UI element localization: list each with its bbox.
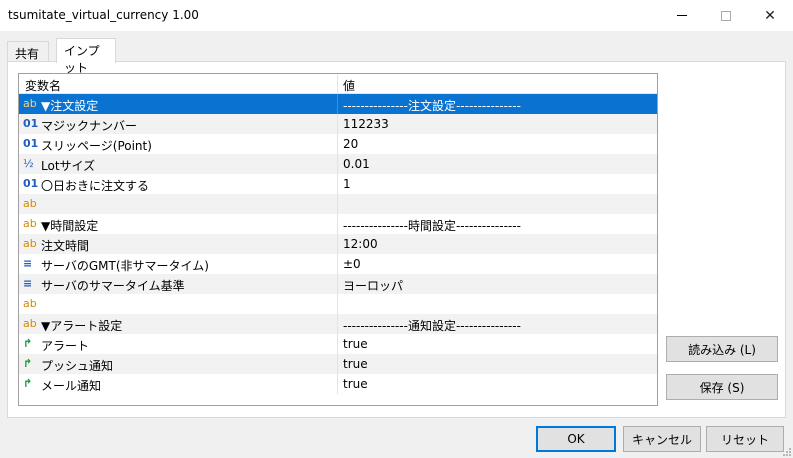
variable-name: プッシュ通知 [41, 359, 114, 373]
variable-value[interactable]: true [343, 357, 368, 371]
variable-value[interactable]: ---------------注文設定--------------- [343, 97, 521, 114]
cell-divider [337, 294, 338, 314]
variable-value[interactable]: 0.01 [343, 157, 370, 171]
variable-name: サーバのGMT(非サマータイム) [41, 259, 209, 273]
tab-panel: 変数名 値 ab ▼注文設定 ---------------注文設定--------… [7, 61, 786, 418]
variable-name: スリッページ(Point) [41, 139, 152, 153]
string-type-icon: ab [23, 97, 37, 110]
cell-divider [337, 114, 338, 134]
cell-divider [337, 254, 338, 274]
variable-value[interactable]: 20 [343, 137, 358, 151]
cell-divider [337, 94, 338, 114]
resize-grip-icon[interactable] [781, 446, 791, 456]
reset-button[interactable]: リセット [706, 426, 784, 452]
variable-value[interactable]: ヨーロッパ [343, 277, 403, 294]
tab-shared[interactable]: 共有 [7, 41, 49, 62]
minimize-button[interactable] [659, 0, 705, 31]
close-button[interactable]: ✕ [747, 0, 793, 31]
window-title: tsumitate_virtual_currency 1.00 [8, 8, 199, 22]
grid-header: 変数名 値 [19, 74, 657, 94]
integer-type-icon: 01 [23, 177, 39, 190]
variable-name: 注文時間 [41, 239, 90, 253]
table-row[interactable]: 01 マジックナンバー 112233 [19, 114, 657, 134]
variable-name: ▼アラート設定 [41, 319, 123, 333]
column-divider[interactable] [337, 74, 338, 94]
variable-name: マジックナンバー [41, 119, 138, 133]
close-icon: ✕ [764, 7, 776, 24]
variable-value[interactable]: ---------------通知設定--------------- [343, 317, 521, 334]
table-row[interactable]: 01 スリッページ(Point) 20 [19, 134, 657, 154]
cell-divider [337, 374, 338, 394]
variable-name: Lotサイズ [41, 159, 96, 173]
ok-button[interactable]: OK [536, 426, 616, 452]
variable-value[interactable]: 1 [343, 177, 351, 191]
cell-divider [337, 154, 338, 174]
cell-divider [337, 134, 338, 154]
save-button[interactable]: 保存 (S) [666, 374, 778, 400]
load-button[interactable]: 読み込み (L) [666, 336, 778, 362]
enum-type-icon: ≡ [23, 257, 33, 270]
bool-type-icon: ↱ [23, 357, 33, 370]
bool-type-icon: ↱ [23, 377, 33, 390]
variable-value[interactable]: 112233 [343, 117, 389, 131]
variable-name: 〇日おきに注文する [41, 179, 150, 193]
table-row[interactable]: ab ▼時間設定 ---------------時間設定--------------… [19, 214, 657, 234]
cell-divider [337, 354, 338, 374]
table-row[interactable]: ≡ サーバのサマータイム基準 ヨーロッパ [19, 274, 657, 294]
variable-value[interactable]: true [343, 337, 368, 351]
table-row[interactable]: ab [19, 294, 657, 314]
string-type-icon: ab [23, 317, 37, 330]
variable-value[interactable]: 12:00 [343, 237, 378, 251]
table-row[interactable]: ab ▼注文設定 ---------------注文設定--------------… [19, 94, 657, 114]
table-row[interactable]: ↱ アラート true [19, 334, 657, 354]
table-row[interactable]: ↱ メール通知 true [19, 374, 657, 394]
maximize-button[interactable] [703, 0, 749, 31]
variable-value[interactable]: ---------------時間設定--------------- [343, 217, 521, 234]
cell-divider [337, 314, 338, 334]
cancel-button[interactable]: キャンセル [623, 426, 701, 452]
variable-name: メール通知 [41, 379, 102, 393]
variable-value[interactable]: ±0 [343, 257, 361, 271]
table-row[interactable]: ab ▼アラート設定 ---------------通知設定------------… [19, 314, 657, 334]
integer-type-icon: 01 [23, 117, 39, 130]
table-row[interactable]: ab 注文時間 12:00 [19, 234, 657, 254]
cell-divider [337, 214, 338, 234]
title-bar: tsumitate_virtual_currency 1.00 ✕ [0, 0, 793, 31]
table-row[interactable]: ≡ サーバのGMT(非サマータイム) ±0 [19, 254, 657, 274]
column-header-value[interactable]: 値 [343, 77, 355, 94]
minimize-icon [677, 15, 687, 16]
string-type-icon: ab [23, 217, 37, 230]
table-row[interactable]: ↱ プッシュ通知 true [19, 354, 657, 374]
parameters-grid: 変数名 値 ab ▼注文設定 ---------------注文設定--------… [18, 73, 658, 406]
variable-name: アラート [41, 339, 90, 353]
bool-type-icon: ↱ [23, 337, 33, 350]
table-row[interactable]: ½ Lotサイズ 0.01 [19, 154, 657, 174]
cell-divider [337, 234, 338, 254]
cell-divider [337, 194, 338, 214]
cell-divider [337, 174, 338, 194]
variable-name: サーバのサマータイム基準 [41, 279, 185, 293]
column-header-name[interactable]: 変数名 [25, 77, 61, 94]
enum-type-icon: ≡ [23, 277, 33, 290]
cell-divider [337, 334, 338, 354]
cell-divider [337, 274, 338, 294]
double-type-icon: ½ [23, 157, 34, 170]
table-row[interactable]: 01 〇日おきに注文する 1 [19, 174, 657, 194]
string-type-icon: ab [23, 197, 37, 210]
string-type-icon: ab [23, 297, 37, 310]
maximize-icon [721, 10, 731, 21]
table-row[interactable]: ab [19, 194, 657, 214]
integer-type-icon: 01 [23, 137, 39, 150]
variable-value[interactable]: true [343, 377, 368, 391]
string-type-icon: ab [23, 237, 37, 250]
tab-input[interactable]: インプット [56, 38, 116, 75]
variable-name: ▼注文設定 [41, 99, 99, 113]
variable-name: ▼時間設定 [41, 219, 99, 233]
